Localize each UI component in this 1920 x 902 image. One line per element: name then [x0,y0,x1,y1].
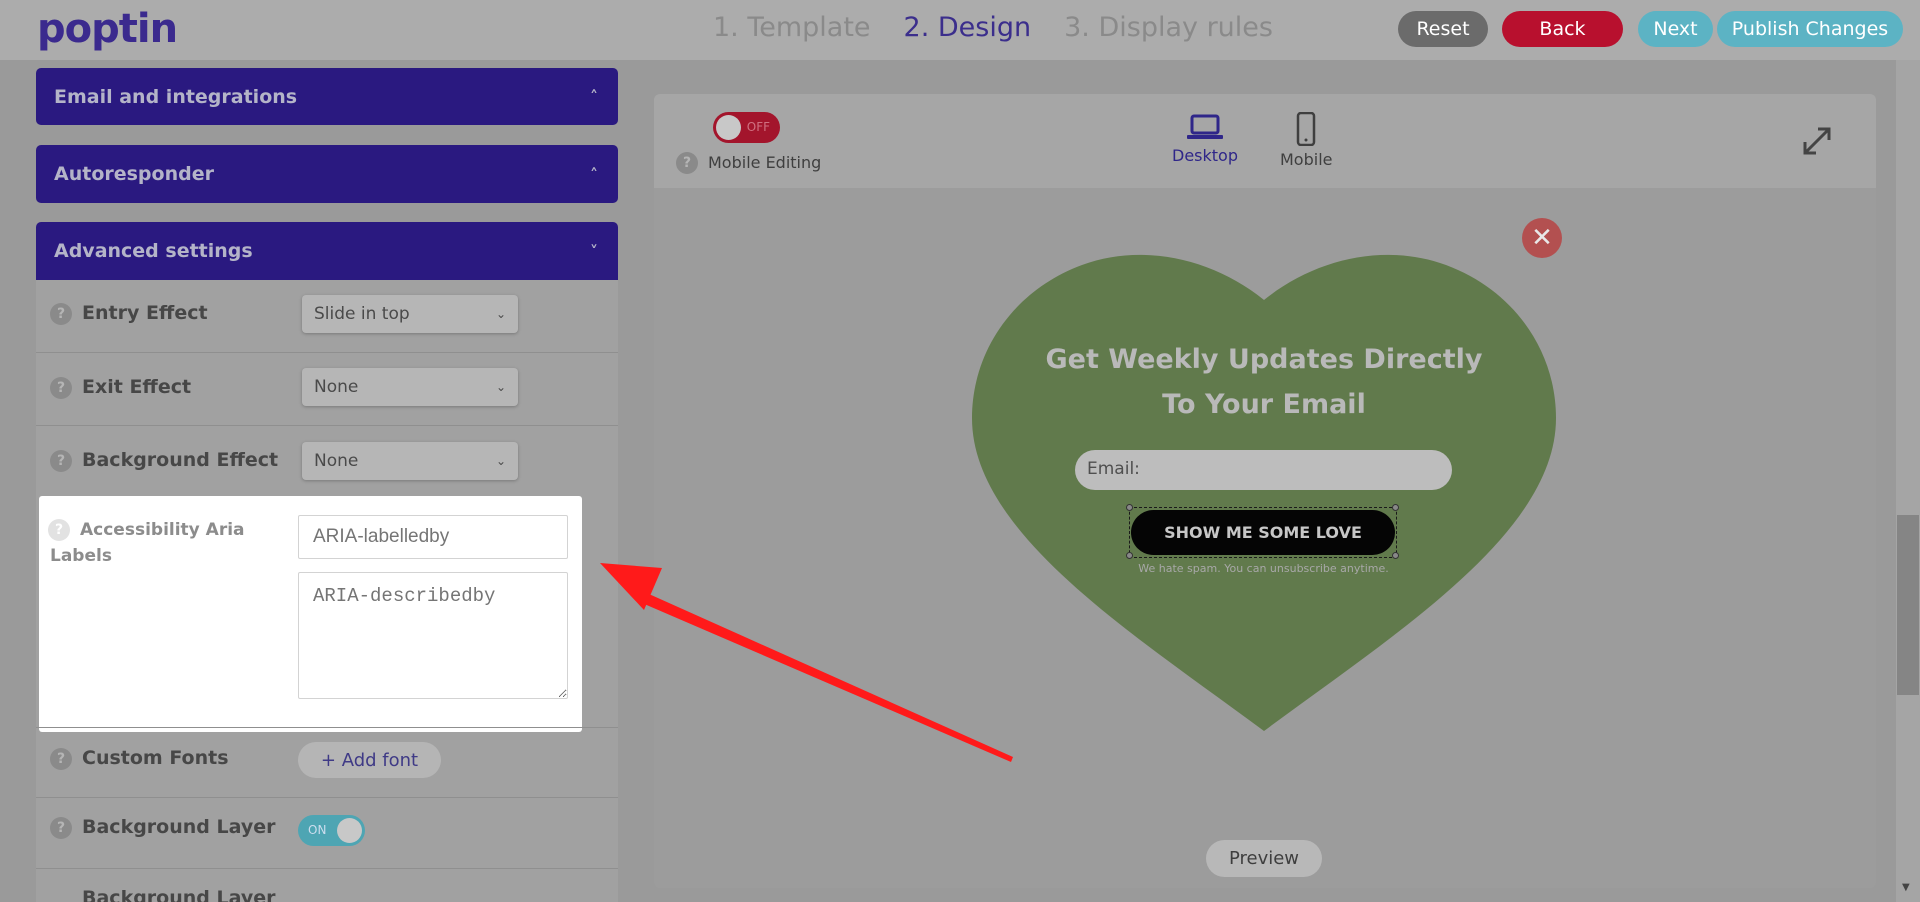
publish-changes-button[interactable]: Publish Changes [1717,11,1903,47]
chevron-up-icon: ˄ [590,87,598,106]
section-email-integrations[interactable]: Email and integrations ˄ [36,68,618,125]
step-display-rules[interactable]: 3. Display rules [1064,12,1273,43]
mobile-editing-toggle[interactable]: OFF [713,112,780,143]
help-icon[interactable]: ? [50,817,72,839]
divider [36,727,618,728]
popup-note[interactable]: We hate spam. You can unsubscribe anytim… [1080,562,1447,575]
close-icon[interactable]: ✕ [1522,218,1562,258]
entry-effect-select[interactable]: Slide in top ⌄ [302,295,518,333]
help-icon[interactable]: ? [50,748,72,770]
divider [36,797,618,798]
help-icon[interactable]: ? [50,377,72,399]
resize-handle[interactable] [1126,552,1133,559]
laptop-icon [1186,114,1223,139]
popup-email-input[interactable]: Email: [1075,450,1452,490]
toggle-state: ON [308,823,327,837]
resize-handle[interactable] [1392,552,1399,559]
popup-title[interactable]: Get Weekly Updates Directly To Your Emai… [1040,337,1488,427]
divider [36,868,618,869]
help-icon[interactable]: ? [50,450,72,472]
popup-cta-button[interactable]: SHOW ME SOME LOVE [1131,510,1395,555]
exit-effect-value: None [314,377,359,397]
exit-effect-select[interactable]: None ⌄ [302,368,518,406]
chevron-up-icon: ˄ [590,164,598,184]
heart-popup-shape[interactable] [972,253,1556,731]
preview-button[interactable]: Preview [1206,840,1322,877]
toggle-knob [716,115,741,140]
background-effect-select[interactable]: None ⌄ [302,442,518,480]
step-template[interactable]: 1. Template [713,12,871,43]
desktop-view-button[interactable]: Desktop [1172,112,1238,165]
aria-labels-label: Accessibility Aria Labels [50,520,245,566]
mobile-editing-label: Mobile Editing [708,153,822,172]
scrollbar[interactable] [1896,60,1920,902]
scrollbar-thumb[interactable] [1897,515,1919,695]
section-label: Autoresponder [54,163,214,185]
help-icon[interactable]: ? [50,303,72,325]
exit-effect-label: Exit Effect [82,376,192,398]
section-label: Advanced settings [54,240,253,262]
chevron-down-icon: ⌄ [495,454,506,468]
mobile-view-button[interactable]: Mobile [1280,112,1332,169]
background-effect-value: None [314,451,359,471]
aria-describedby-textarea[interactable] [298,572,568,699]
scroll-down-icon[interactable]: ▼ [1902,882,1910,893]
resize-handle[interactable] [1126,504,1133,511]
toggle-knob [337,818,362,843]
background-layer-toggle[interactable]: ON [298,815,365,846]
add-font-button[interactable]: + Add font [298,742,441,778]
step-design[interactable]: 2. Design [904,12,1032,43]
toggle-state: OFF [746,120,770,134]
aria-labelledby-input[interactable] [298,515,568,559]
entry-effect-label: Entry Effect [82,302,208,324]
poptin-logo[interactable]: poptin [37,6,178,52]
back-button[interactable]: Back [1502,11,1623,47]
phone-icon [1296,112,1316,146]
mobile-label: Mobile [1280,150,1333,169]
background-layer-label-2: Background Layer [82,887,276,902]
entry-effect-value: Slide in top [314,304,410,324]
background-layer-label: Background Layer [82,816,276,838]
section-advanced-settings[interactable]: Advanced settings ˅ [36,222,618,280]
editor-toolbar [654,94,1876,188]
chevron-down-icon: ˅ [590,241,598,261]
custom-fonts-label: Custom Fonts [82,747,229,769]
section-autoresponder[interactable]: Autoresponder ˄ [36,145,618,203]
chevron-down-icon: ⌄ [495,380,506,394]
background-effect-label: Background Effect [82,449,279,471]
desktop-label: Desktop [1172,146,1238,165]
help-icon[interactable]: ? [676,152,698,174]
resize-handle[interactable] [1392,504,1399,511]
divider [36,425,618,426]
expand-icon[interactable] [1800,124,1834,158]
section-label: Email and integrations [54,85,298,108]
next-button[interactable]: Next [1638,11,1713,47]
step-nav: 1. Template 2. Design 3. Display rules [713,12,1273,43]
chevron-down-icon: ⌄ [495,307,506,321]
divider [36,352,618,353]
reset-button[interactable]: Reset [1398,11,1488,47]
